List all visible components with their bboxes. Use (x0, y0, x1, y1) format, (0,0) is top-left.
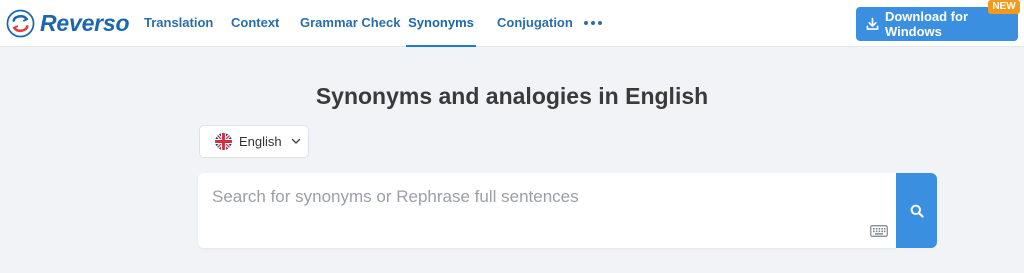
language-selector[interactable]: English (199, 125, 309, 158)
nav-synonyms-label: Synonyms (408, 15, 474, 30)
download-icon (866, 17, 879, 30)
brand-name: Reverso (40, 9, 130, 36)
nav-synonyms[interactable]: Synonyms (406, 0, 476, 47)
page-title: Synonyms and analogies in English (315, 83, 709, 109)
chevron-down-icon (291, 138, 300, 144)
active-tab-indicator (406, 45, 476, 47)
reverso-logo-icon (6, 9, 35, 37)
language-label: English (239, 134, 282, 149)
nav-conjugation[interactable]: Conjugation (497, 0, 573, 47)
search-input[interactable] (212, 183, 872, 211)
nav-grammar-check[interactable]: Grammar Check (300, 0, 400, 47)
search-icon (910, 204, 924, 218)
keyboard-icon[interactable] (870, 225, 888, 237)
top-navigation-bar: Reverso Translation Context Grammar Chec… (0, 0, 1024, 47)
search-box (198, 173, 896, 248)
reverso-logo[interactable]: Reverso (6, 8, 130, 38)
nav-context[interactable]: Context (231, 0, 279, 47)
new-badge: NEW (988, 0, 1020, 14)
nav-translation[interactable]: Translation (144, 0, 213, 47)
search-button[interactable] (896, 173, 937, 248)
more-horizontal-icon[interactable] (584, 16, 602, 30)
uk-flag-icon (215, 133, 232, 150)
